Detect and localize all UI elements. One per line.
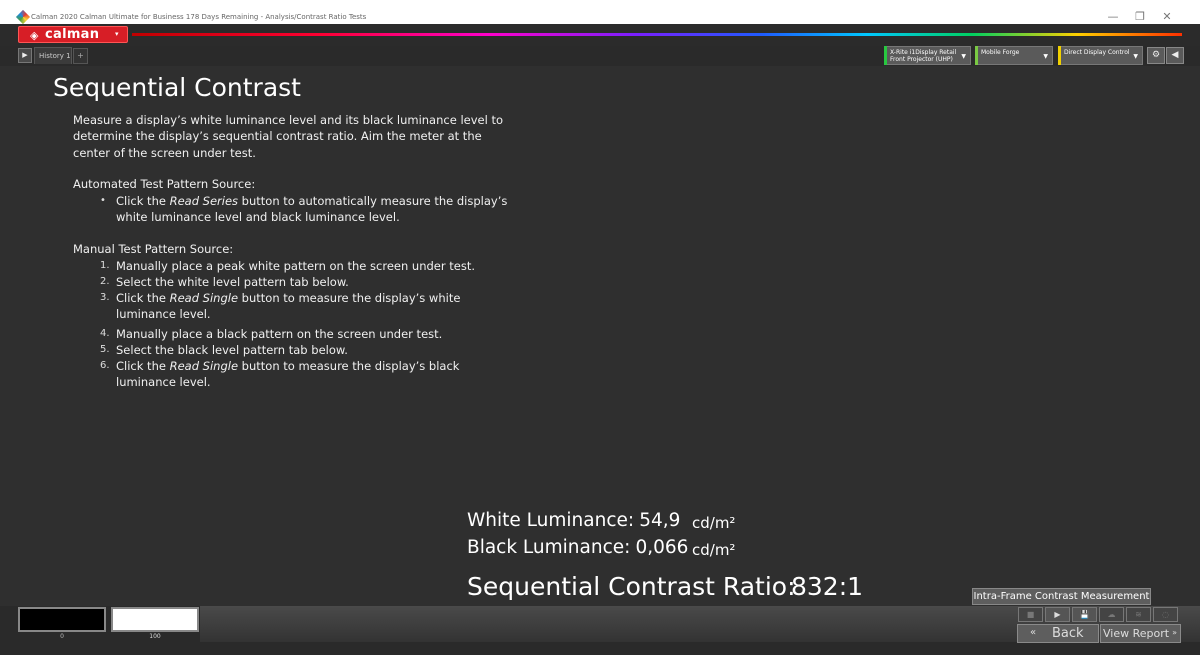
item-text: Select the white level pattern tab below… <box>116 275 349 289</box>
item-text: Click the <box>116 359 170 373</box>
calman-logo-icon: ◈ <box>30 29 39 42</box>
stop-icon: ■ <box>1026 610 1035 619</box>
pattern-label-black: 0 <box>60 633 64 640</box>
source-accent <box>975 46 978 65</box>
calman-menu-button[interactable]: ◈ calman ▾ <box>18 26 128 43</box>
manual-list-item: 2. Select the white level pattern tab be… <box>100 274 520 290</box>
pattern-label-white: 100 <box>149 633 161 640</box>
item-emphasis: Read Single <box>169 291 239 305</box>
meter-name: X-Rite i1Display Retail <box>890 49 957 56</box>
history-play-button[interactable]: ▶ <box>18 48 32 63</box>
item-emphasis: Read Single <box>169 359 239 373</box>
manual-list-item: 5. Select the black level pattern tab be… <box>100 342 520 358</box>
page-title: Sequential Contrast <box>53 73 301 102</box>
number: 6. <box>100 360 110 371</box>
add-tab-button[interactable]: + <box>73 48 88 64</box>
forward-arrow-icon: » <box>1172 628 1177 637</box>
black-luminance-row: Black Luminance: 0,066 <box>467 537 688 558</box>
number: 4. <box>100 328 110 339</box>
item-text: Click the <box>116 291 170 305</box>
item-text: Manually place a peak white pattern on t… <box>116 259 475 273</box>
meter-select[interactable]: X-Rite i1Display Retail Front Projector … <box>884 46 971 65</box>
view-report-label: View Report <box>1103 627 1170 640</box>
window-titlebar: Calman 2020 Calman Ultimate for Business… <box>0 0 1200 25</box>
rainbow-accent-bar <box>132 33 1182 36</box>
restore-button[interactable]: ❐ <box>1133 10 1147 23</box>
database-icon: ≋ <box>1135 610 1142 619</box>
white-luminance-unit: cd/m² <box>692 514 736 532</box>
meter-accent <box>884 46 887 65</box>
window-title: Calman 2020 Calman Ultimate for Business… <box>31 13 367 21</box>
cloud-button[interactable]: ☁ <box>1099 607 1124 622</box>
view-report-button[interactable]: View Report » <box>1100 624 1181 643</box>
source-select[interactable]: Mobile Forge ▼ <box>975 46 1053 65</box>
manual-list-item: 3. Click the Read Single button to measu… <box>100 290 520 323</box>
database-button[interactable]: ≋ <box>1126 607 1151 622</box>
cloud-icon: ☁ <box>1107 610 1116 619</box>
white-luminance-row: White Luminance: 54,9 <box>467 510 680 531</box>
intra-frame-contrast-button[interactable]: Intra-Frame Contrast Measurement <box>972 588 1151 605</box>
contrast-ratio-value: 832:1 <box>791 572 864 601</box>
extra-button[interactable]: ◌ <box>1153 607 1178 622</box>
play-icon: ▶ <box>1054 610 1061 619</box>
display-control-name: Direct Display Control <box>1064 49 1130 56</box>
gear-icon: ⚙ <box>1151 50 1161 60</box>
chevron-down-icon: ▾ <box>115 30 119 38</box>
save-button[interactable]: 💾 <box>1072 607 1097 622</box>
chevron-down-icon: ▼ <box>961 53 966 60</box>
settings-button[interactable]: ⚙ <box>1147 47 1165 64</box>
number: 3. <box>100 292 110 303</box>
back-button[interactable]: « Back <box>1017 624 1099 643</box>
back-arrow-icon: « <box>1030 627 1037 638</box>
stop-button[interactable]: ■ <box>1018 607 1043 622</box>
item-emphasis: Read Series <box>169 194 239 208</box>
arrow-left-icon: ◀ <box>1171 50 1179 60</box>
minimize-button[interactable]: — <box>1106 10 1120 23</box>
black-luminance-unit: cd/m² <box>692 541 736 559</box>
black-luminance-label: Black Luminance: <box>467 537 631 558</box>
item-text: Click the <box>116 194 170 208</box>
item-text: Select the black level pattern tab below… <box>116 343 348 357</box>
circle-icon: ◌ <box>1162 610 1169 619</box>
close-button[interactable]: ✕ <box>1160 10 1174 23</box>
collapse-panel-button[interactable]: ◀ <box>1166 47 1184 64</box>
item-text: Manually place a black pattern on the sc… <box>116 327 443 341</box>
contrast-ratio-label: Sequential Contrast Ratio: <box>467 572 796 601</box>
pattern-swatch-black[interactable] <box>18 607 106 632</box>
source-name: Mobile Forge <box>981 49 1020 56</box>
display-control-select[interactable]: Direct Display Control ▼ <box>1058 46 1143 65</box>
manual-list-item: 6. Click the Read Single button to measu… <box>100 358 520 391</box>
auto-list-item: • Click the Read Series button to automa… <box>100 193 520 226</box>
tab-history-1[interactable]: History 1 <box>34 47 72 64</box>
meter-mode: Front Projector (UHP) <box>890 56 953 63</box>
pattern-swatch-white[interactable] <box>111 607 199 632</box>
black-luminance-value: 0,066 <box>635 537 689 558</box>
white-luminance-value: 54,9 <box>639 510 681 531</box>
manual-list-item: 1. Manually place a peak white pattern o… <box>100 258 520 274</box>
chevron-down-icon: ▼ <box>1133 53 1138 60</box>
bullet: • <box>100 195 106 206</box>
intro-text: Measure a display’s white luminance leve… <box>73 113 503 160</box>
chevron-down-icon: ▼ <box>1043 53 1048 60</box>
back-label: Back <box>1052 626 1084 641</box>
calman-logo-text: calman <box>45 27 100 42</box>
number: 5. <box>100 344 110 355</box>
number: 1. <box>100 260 110 271</box>
white-luminance-label: White Luminance: <box>467 510 635 531</box>
read-single-button[interactable]: ▶ <box>1045 607 1070 622</box>
app-icon <box>15 9 31 25</box>
manual-heading: Manual Test Pattern Source: <box>73 242 234 256</box>
auto-heading: Automated Test Pattern Source: <box>73 177 256 191</box>
manual-list-item: 4. Manually place a black pattern on the… <box>100 326 520 342</box>
display-accent <box>1058 46 1061 65</box>
save-icon: 💾 <box>1079 610 1090 619</box>
number: 2. <box>100 276 110 287</box>
